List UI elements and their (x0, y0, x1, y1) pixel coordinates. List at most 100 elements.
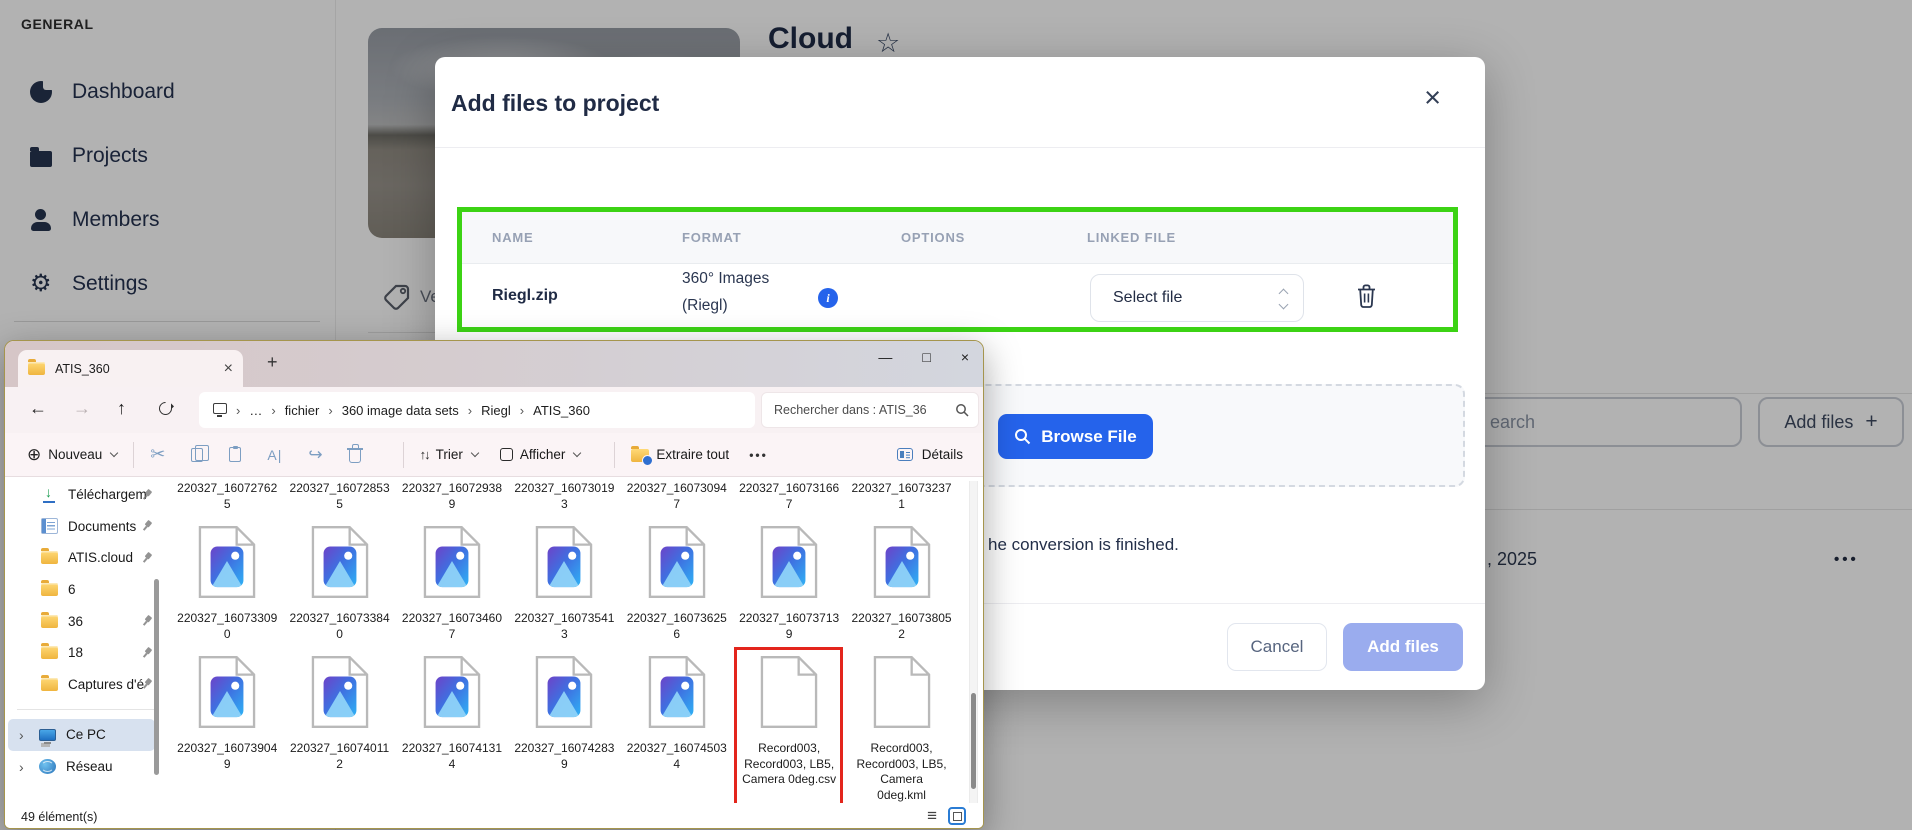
file-label: 220327_16072853 5 (290, 481, 390, 512)
breadcrumb-item[interactable]: Riegl (481, 403, 533, 418)
file-label: 220327_16073019 3 (514, 481, 614, 512)
file-label: 220327_16074131 4 (402, 741, 502, 772)
file-label: 220327_16074283 9 (514, 741, 614, 772)
file-item[interactable]: 220327_16072762 5 (171, 481, 283, 512)
nav-item[interactable]: 6 (5, 574, 167, 606)
maximize-button[interactable]: □ (922, 349, 930, 365)
nav-item[interactable]: Téléchargem (5, 479, 167, 511)
nav-item[interactable]: › Réseau (5, 751, 167, 783)
window-controls: — □ × (878, 349, 969, 365)
copy-icon[interactable] (191, 448, 203, 462)
explorer-navbar: ← → ↑ …fichier360 image data setsRieglAT… (5, 387, 983, 433)
tab-close-icon[interactable]: × (224, 360, 233, 378)
file-item[interactable]: 220327_16072853 5 (283, 481, 395, 512)
nav-item[interactable]: › Ce PC (8, 719, 155, 751)
file-item[interactable]: 220327_16073805 2 (845, 525, 957, 642)
nav-item-icon (41, 678, 58, 691)
close-button[interactable]: × (961, 349, 969, 365)
thumbnail-view-icon[interactable] (948, 807, 966, 825)
file-item[interactable]: 220327_16072938 9 (396, 481, 508, 512)
view-button[interactable]: Afficher (500, 447, 581, 462)
chevron-right-icon[interactable]: › (19, 727, 29, 743)
cut-icon[interactable] (150, 444, 165, 465)
extract-all-button[interactable]: Extraire tout (631, 447, 729, 462)
nav-item[interactable]: 36 (5, 605, 167, 637)
explorer-titlebar[interactable]: ATIS_360 × + — □ × (5, 341, 983, 387)
image-file-icon (198, 525, 256, 599)
breadcrumb-item[interactable]: fichier (285, 403, 342, 418)
file-icon (423, 655, 481, 729)
breadcrumb-item[interactable]: 360 image data sets (342, 403, 481, 418)
file-item[interactable]: Record003, Record003, LB5, Camera 0deg.c… (733, 655, 845, 803)
file-item[interactable]: 220327_16073166 7 (733, 481, 845, 512)
modal-close-button[interactable]: × (1418, 83, 1447, 114)
view-label: Afficher (520, 447, 566, 462)
explorer-search-input[interactable]: Rechercher dans : ATIS_36 (761, 392, 979, 428)
explorer-toolbar: ⊕ Nouveau Trier Afficher (5, 433, 983, 477)
share-icon[interactable] (308, 445, 322, 465)
file-item[interactable]: Record003, Record003, LB5, Camera 0deg.k… (845, 655, 957, 803)
nav-item[interactable]: ATIS.cloud (5, 542, 167, 574)
file-item[interactable]: 220327_16074503 4 (621, 655, 733, 803)
browse-file-button[interactable]: Browse File (998, 414, 1153, 459)
rename-icon[interactable] (267, 447, 282, 463)
file-label: Record003, Record003, LB5, Camera 0deg.c… (742, 741, 836, 788)
files-table-header: LINKED FILE (1087, 230, 1176, 245)
explorer-tab[interactable]: ATIS_360 × (18, 350, 243, 387)
nav-scrollbar[interactable] (154, 579, 159, 775)
file-item[interactable]: 220327_16073625 6 (621, 525, 733, 642)
forward-button[interactable]: → (73, 398, 91, 420)
file-item[interactable]: 220327_16073384 0 (283, 525, 395, 642)
sort-label: Trier (436, 447, 463, 462)
cancel-button[interactable]: Cancel (1227, 623, 1327, 671)
nav-item-icon (39, 759, 56, 774)
file-item[interactable]: 220327_16074283 9 (508, 655, 620, 803)
file-item[interactable]: 220327_16074011 2 (283, 655, 395, 803)
chevron-right-icon[interactable]: › (19, 759, 29, 775)
nav-item[interactable]: 18 (5, 637, 167, 669)
back-button[interactable]: ← (29, 398, 47, 420)
file-item[interactable]: 220327_16073460 7 (396, 525, 508, 642)
file-label: 220327_16073904 9 (177, 741, 277, 772)
linked-file-select[interactable]: Select file (1090, 274, 1304, 322)
file-name-cell: Riegl.zip (492, 287, 558, 305)
add-files-submit-button[interactable]: Add files (1343, 623, 1463, 671)
modal-header-divider (435, 147, 1485, 148)
delete-file-button[interactable] (1355, 283, 1378, 312)
new-icon: ⊕ (27, 445, 41, 465)
sort-icon (420, 447, 429, 462)
extract-icon (631, 449, 649, 462)
up-button[interactable]: ↑ (117, 398, 126, 420)
file-item[interactable]: 220327_16073541 3 (508, 525, 620, 642)
file-item[interactable]: 220327_16073309 0 (171, 525, 283, 642)
file-item[interactable]: 220327_16073237 1 (845, 481, 957, 512)
image-file-icon (873, 525, 931, 599)
nav-item[interactable]: Captures d'é (5, 669, 167, 701)
new-button[interactable]: ⊕ Nouveau (27, 445, 117, 465)
details-button[interactable]: Détails (897, 447, 963, 462)
file-item[interactable]: 220327_16073904 9 (171, 655, 283, 803)
breadcrumb-item[interactable]: ATIS_360 (533, 403, 590, 418)
new-tab-button[interactable]: + (267, 352, 278, 373)
sort-button[interactable]: Trier (420, 447, 478, 462)
file-item[interactable]: 220327_16073713 9 (733, 525, 845, 642)
paste-icon[interactable] (229, 447, 241, 462)
file-grid-row: 220327_16072762 5 220327_16072853 5 2203… (171, 481, 958, 512)
breadcrumb-root[interactable] (213, 403, 249, 418)
toolbar-more-button[interactable]: ••• (749, 448, 768, 462)
file-item[interactable]: 220327_16074131 4 (396, 655, 508, 803)
info-icon[interactable]: i (818, 288, 838, 308)
file-grid-scrollbar-thumb[interactable] (971, 693, 976, 789)
delete-icon[interactable] (349, 450, 361, 463)
files-table-header: OPTIONS (901, 230, 965, 245)
new-label: Nouveau (48, 447, 102, 462)
file-item[interactable]: 220327_16073019 3 (508, 481, 620, 512)
breadcrumb-item[interactable]: … (249, 403, 284, 418)
file-label: 220327_16073384 0 (290, 611, 390, 642)
minimize-button[interactable]: — (878, 349, 892, 365)
list-view-icon[interactable]: ≡ (927, 806, 937, 826)
nav-item[interactable]: Documents (5, 511, 167, 543)
search-icon (955, 403, 969, 417)
refresh-icon[interactable] (156, 399, 174, 417)
file-item[interactable]: 220327_16073094 7 (621, 481, 733, 512)
